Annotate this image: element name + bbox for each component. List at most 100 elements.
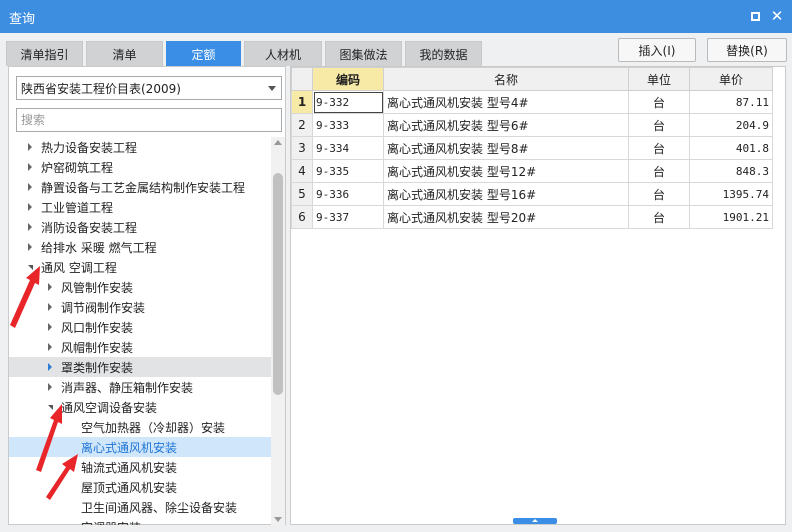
tree-item-label: 风管制作安装 xyxy=(61,280,134,295)
tree-item[interactable]: 工业管道工程 xyxy=(9,197,271,217)
tree-item[interactable]: 通风空调设备安装 xyxy=(9,397,271,417)
chevron-right-icon[interactable] xyxy=(25,163,35,171)
tree-item[interactable]: 消防设备安装工程 xyxy=(9,217,271,237)
tree-item-label: 通风 空调工程 xyxy=(41,260,117,275)
code-cell[interactable]: 9-336 xyxy=(312,182,384,206)
tree-item[interactable]: 通风 空调工程 xyxy=(9,257,271,277)
unit-cell[interactable]: 台 xyxy=(628,205,690,229)
row-number-cell[interactable]: 2 xyxy=(291,113,313,137)
tree-scrollbar[interactable] xyxy=(271,137,285,525)
table-row[interactable]: 3 9-334 离心式通风机安装 型号8# 台 401.8 xyxy=(291,136,773,160)
close-icon[interactable]: ✕ xyxy=(768,7,786,25)
row-number-cell[interactable]: 4 xyxy=(291,159,313,183)
tab-quota[interactable]: 定额 xyxy=(166,41,241,66)
chevron-right-icon[interactable] xyxy=(25,203,35,211)
chevron-right-icon[interactable] xyxy=(45,343,55,351)
tree-item-label: 风帽制作安装 xyxy=(61,340,134,355)
chevron-right-icon[interactable] xyxy=(25,183,35,191)
chevron-right-icon[interactable] xyxy=(45,283,55,291)
tree-item[interactable]: 风管制作安装 xyxy=(9,277,271,297)
chevron-right-icon[interactable] xyxy=(45,363,55,371)
tree-item[interactable]: 空调器安装 xyxy=(9,517,271,526)
row-number-cell[interactable]: 1 xyxy=(291,90,313,114)
collapse-grip[interactable] xyxy=(513,518,557,524)
maximize-icon[interactable] xyxy=(746,7,764,25)
code-cell[interactable]: 9-334 xyxy=(312,136,384,160)
chevron-down-icon[interactable] xyxy=(45,404,55,410)
price-cell[interactable]: 401.8 xyxy=(689,136,773,160)
tree-item[interactable]: 热力设备安装工程 xyxy=(9,137,271,157)
tab-atlas-method[interactable]: 图集做法 xyxy=(325,41,402,66)
search-input[interactable] xyxy=(16,108,282,132)
unit-column-header[interactable]: 单位 xyxy=(628,67,690,91)
tree-item-label: 空气加热器（冷却器）安装 xyxy=(81,420,226,435)
name-column-header[interactable]: 名称 xyxy=(383,67,629,91)
unit-cell[interactable]: 台 xyxy=(628,136,690,160)
tree-item[interactable]: 罩类制作安装 xyxy=(9,357,271,377)
tab-my-data[interactable]: 我的数据 xyxy=(405,41,482,66)
name-cell[interactable]: 离心式通风机安装 型号8# xyxy=(383,136,629,160)
name-cell[interactable]: 离心式通风机安装 型号4# xyxy=(383,90,629,114)
tree-item-label: 给排水 采暖 燃气工程 xyxy=(41,240,157,255)
chevron-right-icon[interactable] xyxy=(25,243,35,251)
tree-item-label: 热力设备安装工程 xyxy=(41,140,138,155)
tab-list[interactable]: 清单 xyxy=(86,41,163,66)
code-cell[interactable]: 9-335 xyxy=(312,159,384,183)
tree-item[interactable]: 风帽制作安装 xyxy=(9,337,271,357)
price-cell[interactable]: 204.9 xyxy=(689,113,773,137)
row-number-cell[interactable]: 6 xyxy=(291,205,313,229)
table-row[interactable]: 1 9-332 离心式通风机安装 型号4# 台 87.11 xyxy=(291,90,773,114)
row-number-cell[interactable]: 5 xyxy=(291,182,313,206)
tree-item[interactable]: 静置设备与工艺金属结构制作安装工程 xyxy=(9,177,271,197)
price-cell[interactable]: 1395.74 xyxy=(689,182,773,206)
insert-button[interactable]: 插入(I) xyxy=(618,38,696,62)
tree-item[interactable]: 离心式通风机安装 xyxy=(9,437,271,457)
tree-item[interactable]: 卫生间通风器、除尘设备安装 xyxy=(9,497,271,517)
tree-item[interactable]: 给排水 采暖 燃气工程 xyxy=(9,237,271,257)
unit-cell[interactable]: 台 xyxy=(628,113,690,137)
category-tree: 热力设备安装工程炉窑砌筑工程 静置设备与工艺金属结构制作安装工程 工业管道工程 消防设… xyxy=(9,137,271,525)
unit-cell[interactable]: 台 xyxy=(628,90,690,114)
replace-button[interactable]: 替换(R) xyxy=(707,38,787,62)
tree-item[interactable]: 消声器、静压箱制作安装 xyxy=(9,377,271,397)
row-number-cell[interactable]: 3 xyxy=(291,136,313,160)
chevron-right-icon[interactable] xyxy=(45,383,55,391)
name-cell[interactable]: 离心式通风机安装 型号6# xyxy=(383,113,629,137)
scroll-down-icon[interactable] xyxy=(274,517,282,522)
table-row[interactable]: 4 9-335 离心式通风机安装 型号12# 台 848.3 xyxy=(291,159,773,183)
code-column-header[interactable]: 编码 xyxy=(312,67,384,91)
table-row[interactable]: 5 9-336 离心式通风机安装 型号16# 台 1395.74 xyxy=(291,182,773,206)
price-column-header[interactable]: 单价 xyxy=(689,67,773,91)
tree-item-label: 离心式通风机安装 xyxy=(81,440,178,455)
code-cell[interactable]: 9-337 xyxy=(312,205,384,229)
tree-item[interactable]: 屋顶式通风机安装 xyxy=(9,477,271,497)
tab-labor-material-machine[interactable]: 人材机 xyxy=(244,41,322,66)
name-cell[interactable]: 离心式通风机安装 型号16# xyxy=(383,182,629,206)
tree-item[interactable]: 空气加热器（冷却器）安装 xyxy=(9,417,271,437)
unit-cell[interactable]: 台 xyxy=(628,159,690,183)
chevron-right-icon[interactable] xyxy=(25,143,35,151)
scroll-up-icon[interactable] xyxy=(274,140,282,145)
price-cell[interactable]: 1901.21 xyxy=(689,205,773,229)
chevron-down-icon[interactable] xyxy=(25,264,35,270)
tree-item[interactable]: 风口制作安装 xyxy=(9,317,271,337)
code-cell[interactable]: 9-333 xyxy=(312,113,384,137)
name-cell[interactable]: 离心式通风机安装 型号12# xyxy=(383,159,629,183)
chevron-right-icon[interactable] xyxy=(45,323,55,331)
price-cell[interactable]: 848.3 xyxy=(689,159,773,183)
scroll-thumb[interactable] xyxy=(273,173,283,395)
chevron-right-icon[interactable] xyxy=(25,223,35,231)
tree-item[interactable]: 轴流式通风机安装 xyxy=(9,457,271,477)
unit-cell[interactable]: 台 xyxy=(628,182,690,206)
tree-item[interactable]: 调节阀制作安装 xyxy=(9,297,271,317)
tree-item-label: 调节阀制作安装 xyxy=(61,300,146,315)
library-select[interactable]: 陕西省安装工程价目表(2009) xyxy=(16,76,282,100)
name-cell[interactable]: 离心式通风机安装 型号20# xyxy=(383,205,629,229)
code-cell[interactable]: 9-332 xyxy=(312,90,384,114)
price-cell[interactable]: 87.11 xyxy=(689,90,773,114)
table-row[interactable]: 6 9-337 离心式通风机安装 型号20# 台 1901.21 xyxy=(291,205,773,229)
chevron-right-icon[interactable] xyxy=(45,303,55,311)
tab-list-guide[interactable]: 清单指引 xyxy=(6,41,83,66)
table-row[interactable]: 2 9-333 离心式通风机安装 型号6# 台 204.9 xyxy=(291,113,773,137)
tree-item[interactable]: 炉窑砌筑工程 xyxy=(9,157,271,177)
